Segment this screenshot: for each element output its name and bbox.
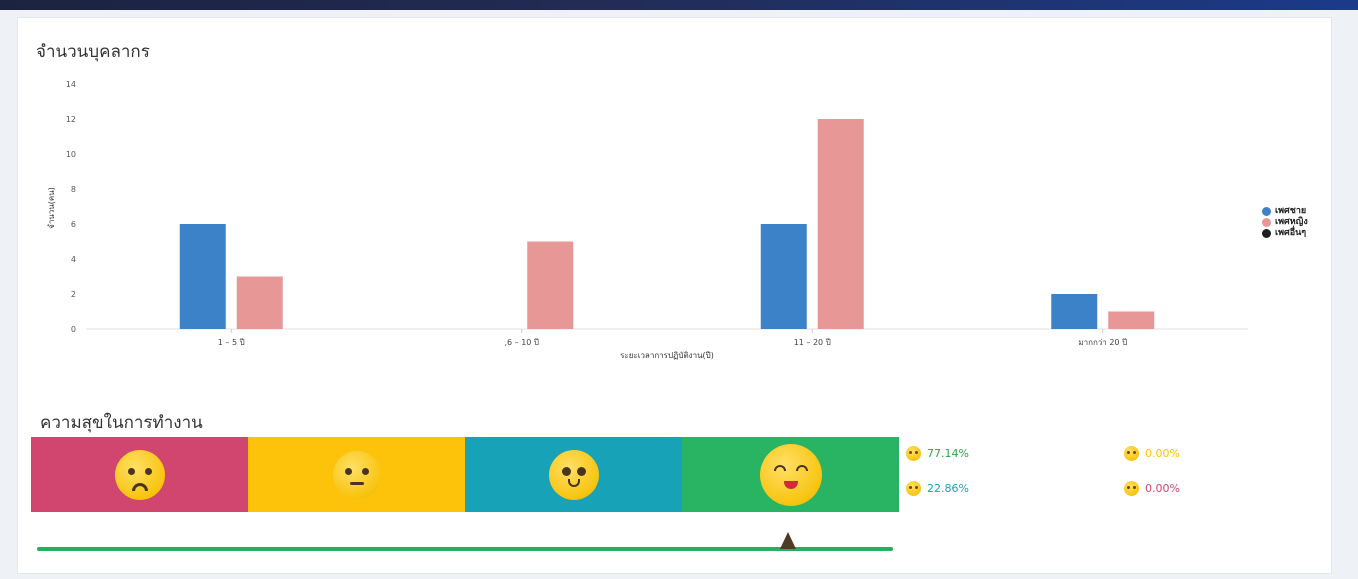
bar-male-0[interactable] xyxy=(179,224,226,329)
legend-item-male[interactable]: เพศชาย xyxy=(1262,206,1308,217)
stat-sad: 0.00% xyxy=(1124,481,1180,496)
stat-neutral-value: 0.00% xyxy=(1145,447,1180,460)
bar-female-2[interactable] xyxy=(817,119,864,329)
sad-mini-face-icon xyxy=(1124,481,1139,496)
mood-segment-happy[interactable] xyxy=(682,437,899,512)
mood-strip xyxy=(31,437,899,512)
legend-item-other[interactable]: เพศอื่นๆ xyxy=(1262,228,1308,239)
happiness-progress-line xyxy=(37,547,893,551)
x-tick-label: 1 – 5 ปี xyxy=(218,338,245,347)
smile-face-icon xyxy=(548,449,599,500)
stat-sad-value: 0.00% xyxy=(1145,482,1180,495)
bar-female-1[interactable] xyxy=(527,241,574,330)
staff-bar-chart: 0 2 4 6 8 10 12 14 1 – 5 ปี ,6 – 10 ปี 11 – 20 ปี… xyxy=(47,80,1248,360)
y-tick-label: 12 xyxy=(66,115,76,124)
bar-male-2[interactable] xyxy=(760,224,807,329)
mood-segment-smile[interactable] xyxy=(465,437,682,512)
y-tick-label: 0 xyxy=(71,325,76,334)
legend-item-female[interactable]: เพศหญิง xyxy=(1262,217,1308,228)
happiness-marker-icon xyxy=(779,532,796,549)
mood-segment-neutral[interactable] xyxy=(248,437,465,512)
x-tick-label: 11 – 20 ปี xyxy=(794,338,831,347)
x-tick-label: มากกว่า 20 ปี xyxy=(1078,338,1127,347)
y-tick-label: 8 xyxy=(71,185,76,194)
stat-happy: 77.14% xyxy=(906,446,969,461)
legend-dot-other xyxy=(1262,229,1271,238)
y-tick-label: 2 xyxy=(71,290,76,299)
stat-neutral: 0.00% xyxy=(1124,446,1180,461)
y-tick-label: 6 xyxy=(71,220,76,229)
x-tick-label: ,6 – 10 ปี xyxy=(504,338,539,347)
neutral-face-icon xyxy=(332,450,381,499)
legend-dot-male xyxy=(1262,207,1271,216)
bar-male-3[interactable] xyxy=(1051,294,1098,329)
y-tick-label: 10 xyxy=(66,150,76,159)
y-axis-label: จำนวน(คน) xyxy=(47,187,56,229)
happy-face-icon xyxy=(759,443,822,506)
chart-legend: เพศชาย เพศหญิง เพศอื่นๆ xyxy=(1262,206,1308,239)
smile-mini-face-icon xyxy=(906,481,921,496)
happiness-title: ความสุขในการทำงาน xyxy=(40,413,203,433)
stat-smile-value: 22.86% xyxy=(927,482,969,495)
mood-segment-sad[interactable] xyxy=(31,437,248,512)
stat-smile: 22.86% xyxy=(906,481,969,496)
stat-happy-value: 77.14% xyxy=(927,447,969,460)
legend-dot-female xyxy=(1262,218,1271,227)
bar-female-3[interactable] xyxy=(1108,311,1155,330)
y-tick-label: 14 xyxy=(66,80,76,89)
legend-label-other: เพศอื่นๆ xyxy=(1275,228,1307,238)
y-tick-label: 4 xyxy=(71,255,76,264)
sad-face-icon xyxy=(114,449,165,500)
legend-label-male: เพศชาย xyxy=(1275,206,1307,216)
x-axis-label: ระยะเวลาการปฏิบัติงาน(ปี) xyxy=(620,351,714,360)
legend-label-female: เพศหญิง xyxy=(1275,217,1308,227)
neutral-mini-face-icon xyxy=(1124,446,1139,461)
happy-mini-face-icon xyxy=(906,446,921,461)
bar-female-0[interactable] xyxy=(236,276,283,330)
